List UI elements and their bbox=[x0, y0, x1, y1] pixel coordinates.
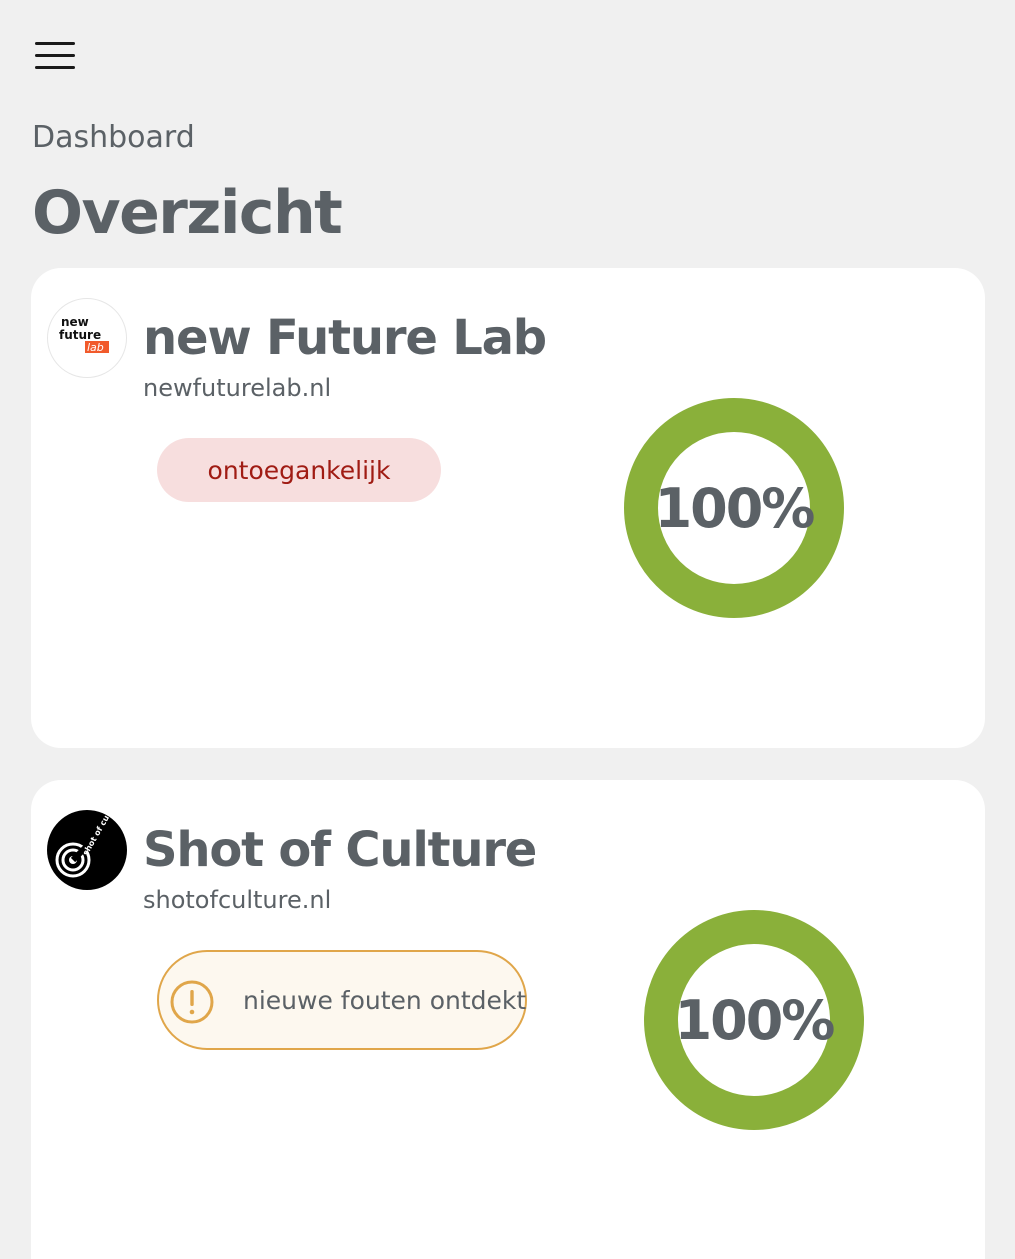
score-value: 100% bbox=[654, 476, 816, 540]
site-name[interactable]: new Future Lab bbox=[143, 310, 547, 366]
logo-text-new: new bbox=[61, 315, 89, 329]
status-badge-inaccessible[interactable]: ontoegankelijk bbox=[157, 438, 441, 502]
status-badge-new-errors[interactable]: nieuwe fouten ontdekt bbox=[157, 950, 527, 1050]
hamburger-menu-icon[interactable] bbox=[30, 36, 80, 76]
site-url: shotofculture.nl bbox=[143, 886, 332, 914]
breadcrumb[interactable]: Dashboard bbox=[32, 120, 195, 155]
status-badge-label: ontoegankelijk bbox=[207, 455, 391, 485]
site-logo-shot-of-culture: shot of culture bbox=[47, 810, 127, 890]
site-logo-new-future-lab: new future lab bbox=[47, 298, 127, 378]
site-card-shot-of-culture[interactable]: shot of culture Shot of Culture shotofcu… bbox=[31, 780, 985, 1259]
logo-text-future: future bbox=[59, 328, 101, 342]
site-url: newfuturelab.nl bbox=[143, 374, 332, 402]
logo-text-lab: lab bbox=[87, 341, 104, 354]
score-value: 100% bbox=[674, 988, 836, 1052]
page-title: Overzicht bbox=[32, 178, 343, 248]
accessibility-score-ring: 100% bbox=[624, 398, 844, 618]
accessibility-score-ring: 100% bbox=[644, 910, 864, 1130]
warning-exclamation-icon bbox=[170, 980, 214, 1024]
site-name[interactable]: Shot of Culture bbox=[143, 822, 537, 878]
status-badge-label: nieuwe fouten ontdekt bbox=[243, 986, 527, 1015]
site-card-new-future-lab[interactable]: new future lab new Future Lab newfuturel… bbox=[31, 268, 985, 748]
logo-text-shot-of-culture: shot of culture bbox=[81, 810, 122, 857]
